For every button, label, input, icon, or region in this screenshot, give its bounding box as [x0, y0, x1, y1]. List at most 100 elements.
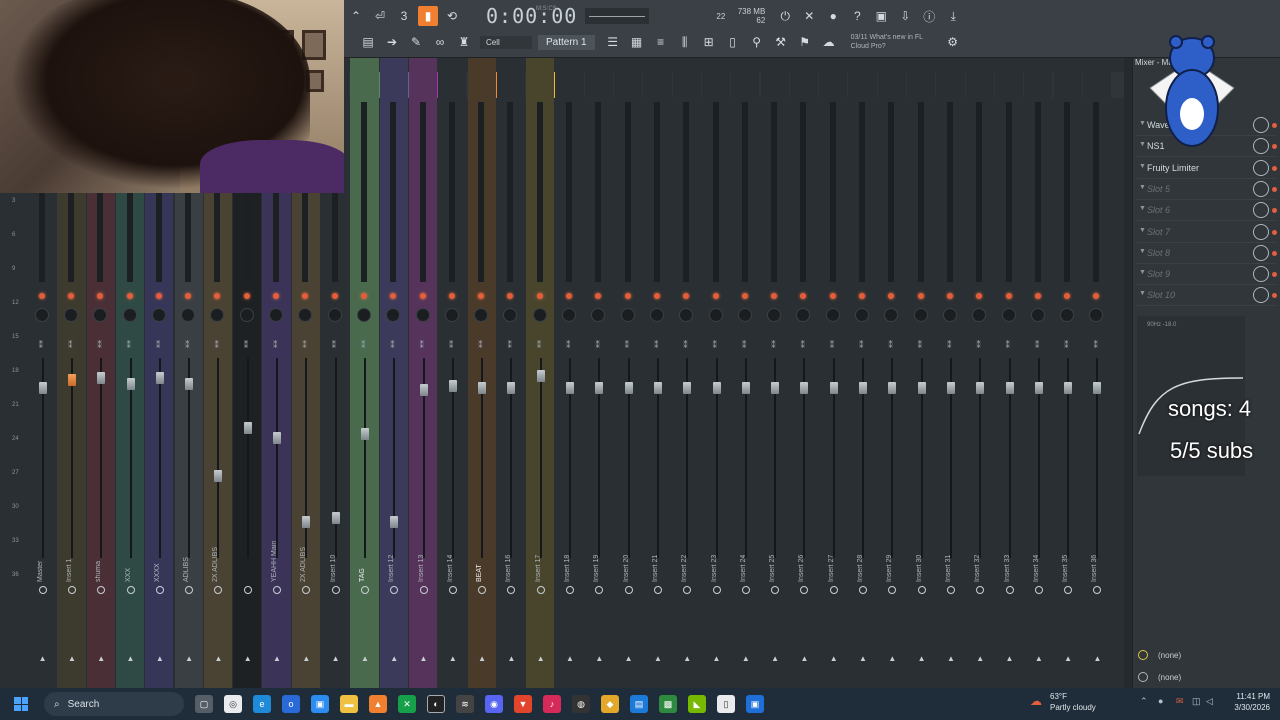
route-knob[interactable]	[1093, 586, 1102, 594]
outlook-icon[interactable]: o	[282, 695, 300, 713]
track-name-label[interactable]: Insert 27	[828, 522, 840, 582]
link-icon[interactable]: ∞	[430, 32, 450, 52]
volume-fader[interactable]	[419, 384, 428, 396]
track-enable-led[interactable]	[155, 293, 162, 299]
route-arrow-icon[interactable]: ▲	[1064, 654, 1072, 663]
track-name-label[interactable]: Insert 29	[886, 522, 898, 582]
route-arrow-icon[interactable]: ▲	[918, 654, 926, 663]
pattern-selector[interactable]: Pattern 1	[538, 34, 595, 50]
pan-knob[interactable]	[210, 308, 225, 322]
stereo-separation-icon[interactable]: ⁑	[449, 340, 455, 350]
volume-fader[interactable]	[536, 370, 545, 382]
task-view-icon[interactable]: ▢	[195, 695, 213, 713]
tray-date[interactable]: 3/30/2026	[1234, 703, 1270, 712]
track-enable-led[interactable]	[1064, 293, 1071, 299]
mixer-track-31[interactable]: ⁑ Insert 31 ▲	[936, 58, 965, 688]
stereo-separation-icon[interactable]: ⁑	[625, 340, 631, 350]
slot-arrow-icon[interactable]: ▼	[1139, 205, 1146, 212]
track-name-label[interactable]: Insert 22	[681, 522, 693, 582]
pan-knob[interactable]	[1001, 308, 1016, 322]
route-arrow-icon[interactable]: ▲	[332, 654, 340, 663]
route-knob[interactable]	[624, 586, 633, 594]
pencil-icon[interactable]: ✎	[406, 32, 426, 52]
stereo-separation-icon[interactable]: ⁑	[595, 340, 601, 350]
pan-knob[interactable]	[122, 308, 137, 322]
mixer-track-25[interactable]: ⁑ Insert 25 ▲	[760, 58, 789, 688]
stereo-separation-icon[interactable]: ⁑	[244, 340, 250, 350]
route-arrow-icon[interactable]: ▲	[859, 654, 867, 663]
tools-icon[interactable]: ⚒	[771, 32, 791, 52]
stereo-separation-icon[interactable]: ⁑	[976, 340, 982, 350]
route-knob[interactable]	[478, 586, 487, 594]
track-name-label[interactable]: TAG	[359, 522, 371, 582]
volume-fader[interactable]	[273, 432, 282, 444]
slot-enable-led[interactable]	[1272, 123, 1277, 128]
route-arrow-icon[interactable]: ▲	[654, 654, 662, 663]
loop-record-icon[interactable]: ⟲	[442, 6, 462, 26]
route-knob[interactable]	[97, 586, 106, 594]
weather-desc[interactable]: Partly cloudy	[1050, 703, 1096, 712]
tray-time[interactable]: 11:41 PM	[1236, 692, 1270, 701]
pan-knob[interactable]	[269, 308, 284, 322]
route-knob[interactable]	[507, 586, 516, 594]
track-name-label[interactable]	[242, 522, 254, 582]
track-enable-led[interactable]	[38, 293, 45, 299]
stereo-separation-icon[interactable]: ⁑	[214, 340, 220, 350]
pan-knob[interactable]	[913, 308, 928, 322]
volume-fader[interactable]	[800, 382, 809, 394]
weather-icon[interactable]: ☁	[1030, 694, 1042, 708]
track-name-label[interactable]: Insert 12	[388, 522, 400, 582]
slot-mix-knob[interactable]	[1253, 287, 1269, 304]
track-name-label[interactable]: Insert 31	[945, 522, 957, 582]
track-enable-led[interactable]	[478, 293, 485, 299]
route-arrow-icon[interactable]: ▲	[214, 654, 222, 663]
tray-chevron-icon[interactable]: ⌃	[1140, 696, 1148, 707]
pan-knob[interactable]	[93, 308, 108, 322]
track-name-label[interactable]: 2X ADLIBS	[212, 522, 224, 582]
track-name-label[interactable]: Insert 19	[593, 522, 605, 582]
route-arrow-icon[interactable]: ▲	[156, 654, 164, 663]
route-arrow-icon[interactable]: ▲	[361, 654, 369, 663]
stereo-separation-icon[interactable]: ⁑	[888, 340, 894, 350]
track-name-label[interactable]: Insert 14	[447, 522, 459, 582]
mixer-track-33[interactable]: ⁑ Insert 33 ▲	[994, 58, 1024, 688]
snap-selector[interactable]: Cell	[480, 35, 532, 49]
mixer-track-24[interactable]: ⁑ Insert 24 ▲	[731, 58, 760, 688]
track-enable-led[interactable]	[536, 293, 543, 299]
mixer-track-15[interactable]: ⁑ BEAT ▲	[467, 58, 496, 688]
route-arrow-icon[interactable]: ▲	[420, 654, 428, 663]
route-knob[interactable]	[67, 586, 76, 594]
effect-slot[interactable]: ▼ Slot 5	[1137, 180, 1277, 200]
pan-knob[interactable]	[415, 308, 430, 322]
volume-fader[interactable]	[566, 382, 575, 394]
mixer-track-12[interactable]: ⁑ Insert 12 ▲	[379, 58, 408, 688]
cloud-icon[interactable]: ☁	[819, 32, 839, 52]
volume-fader[interactable]	[448, 380, 457, 392]
stereo-separation-icon[interactable]: ⁑	[156, 340, 162, 350]
chat-tray-icon[interactable]: ✉	[1176, 696, 1184, 707]
piano-icon[interactable]: ▤	[358, 32, 378, 52]
track-name-label[interactable]: Insert 36	[1091, 522, 1103, 582]
stereo-separation-icon[interactable]: ⁑	[420, 340, 426, 350]
route-knob[interactable]	[888, 586, 897, 594]
discord-icon[interactable]: ◉	[485, 695, 503, 713]
volume-fader[interactable]	[1064, 382, 1073, 394]
slot-arrow-icon[interactable]: ▼	[1139, 163, 1146, 170]
stereo-separation-icon[interactable]: ⁑	[1064, 340, 1070, 350]
volume-fader[interactable]	[478, 382, 487, 394]
pan-knob[interactable]	[737, 308, 752, 322]
route-knob[interactable]	[126, 586, 135, 594]
download-icon[interactable]: ⤓	[943, 6, 963, 26]
mixer-track-20[interactable]: ⁑ Insert 20 ▲	[614, 58, 643, 688]
track-enable-led[interactable]	[67, 293, 74, 299]
track-name-label[interactable]: Insert 16	[505, 522, 517, 582]
volume-fader[interactable]	[155, 372, 164, 384]
snipping-icon[interactable]: ▣	[746, 695, 764, 713]
slot-mix-knob[interactable]	[1253, 159, 1269, 176]
slot-mix-knob[interactable]	[1253, 180, 1269, 197]
pan-knob[interactable]	[503, 308, 518, 322]
route-arrow-icon[interactable]: ▲	[507, 654, 515, 663]
minecraft-icon[interactable]: ▩	[659, 695, 677, 713]
route-knob[interactable]	[653, 586, 662, 594]
mixer-track-29[interactable]: ⁑ Insert 29 ▲	[877, 58, 906, 688]
